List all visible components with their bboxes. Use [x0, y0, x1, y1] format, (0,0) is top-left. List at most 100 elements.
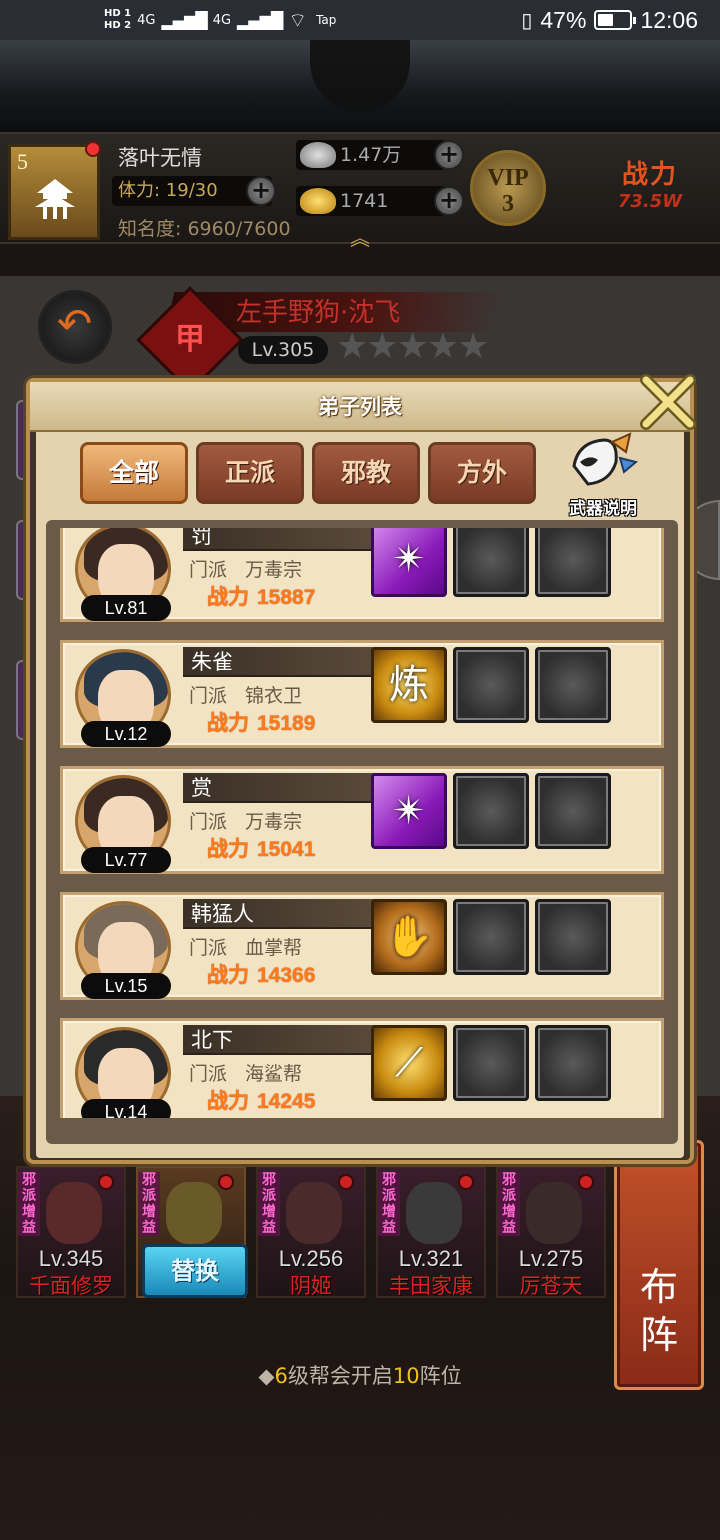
- disciple-level: Lv.12: [81, 721, 171, 747]
- weapon-slot-3-empty[interactable]: [535, 899, 611, 975]
- gold-value: 1741: [340, 190, 389, 212]
- disciple-power: 战力 14366: [207, 959, 315, 989]
- sect-label: 门派: [189, 685, 228, 707]
- disciple-list-dialog: 弟子列表 全部 正派 邪教 方外 武器说明 Lv.81 罚 门派 万毒宗 战力 …: [26, 374, 696, 1164]
- player-bar: 5 落叶无情 体力: 19/30 + 知名度: 6960/7600 1.47万 …: [0, 132, 720, 250]
- weapon-slot-1[interactable]: ✴: [371, 528, 447, 597]
- weapon-info-button[interactable]: 武器说明: [558, 432, 648, 519]
- add-gold-button[interactable]: +: [434, 186, 464, 216]
- signal-icon: ▂▄▆█: [161, 10, 207, 30]
- status-left: HD 1 HD 2 4G ▂▄▆█ 4G ▂▄▆█ ⌔ Tap: [104, 8, 336, 33]
- wifi-icon: ⌔: [288, 7, 307, 32]
- member-portrait: [526, 1182, 582, 1244]
- weapon-slot-1[interactable]: ⟋: [371, 1025, 447, 1101]
- tab-outsider[interactable]: 方外: [428, 442, 536, 504]
- player-level: 5: [17, 149, 28, 174]
- disciple-power: 战力 15887: [207, 581, 315, 611]
- vip-badge[interactable]: VIP 3: [470, 150, 546, 226]
- team-member[interactable]: 邪派增益 替换: [136, 1166, 248, 1298]
- team-member[interactable]: 邪派增益 Lv.345 千面修罗: [16, 1166, 126, 1298]
- disciple-name: 北下: [183, 1025, 379, 1055]
- evil-sect-buff-tag: 邪派增益: [258, 1172, 280, 1236]
- weapon-slot-3-empty[interactable]: [535, 647, 611, 723]
- sect-value: 锦衣卫: [245, 685, 303, 707]
- team-member[interactable]: 邪派增益 Lv.275 厉苍天: [496, 1166, 606, 1298]
- vibrate-icon: ▯: [521, 9, 533, 32]
- weapon-slot-3-empty[interactable]: [535, 1025, 611, 1101]
- disciple-row[interactable]: Lv.15 韩猛人 门派 血掌帮 战力 14366 ✋: [60, 892, 664, 1000]
- formation-char-2: 阵: [639, 1313, 678, 1357]
- disciple-row[interactable]: Lv.12 朱雀 门派 锦衣卫 战力 15189 炼: [60, 640, 664, 748]
- member-status-dot: [578, 1174, 594, 1190]
- gold-display: 1741: [296, 186, 446, 216]
- disciple-sect: 门派 万毒宗: [189, 555, 302, 582]
- disciple-level: Lv.81: [81, 595, 171, 621]
- battery-icon: [594, 10, 637, 30]
- back-button[interactable]: [38, 290, 112, 364]
- disciple-list-content: Lv.81 罚 门派 万毒宗 战力 15887 ✴ Lv.12 朱雀 门派 锦衣卫 战…: [60, 528, 664, 1118]
- disciple-level: Lv.14: [81, 1099, 171, 1118]
- add-silver-button[interactable]: +: [434, 140, 464, 170]
- team-member[interactable]: 邪派增益 Lv.321 丰田家康: [376, 1166, 486, 1298]
- team-member[interactable]: 邪派增益 Lv.256 阴姬: [256, 1166, 366, 1298]
- weapon-slot-2-empty[interactable]: [453, 773, 529, 849]
- dialog-title: 弟子列表: [318, 395, 402, 419]
- weapon-slot-2-empty[interactable]: [453, 528, 529, 597]
- formation-char-1: 布: [639, 1265, 678, 1309]
- battery-percent: 47%: [540, 6, 587, 33]
- weapon-guide-icon: [572, 432, 639, 486]
- member-level: Lv.345: [38, 1246, 104, 1271]
- player-avatar[interactable]: 5: [8, 141, 101, 240]
- weapon-slot-1[interactable]: ✴: [371, 773, 447, 849]
- weapon-slot-2-empty[interactable]: [453, 899, 529, 975]
- net2-label: 4G: [212, 12, 232, 28]
- silver-ingot-icon: [300, 142, 336, 168]
- disciple-row[interactable]: Lv.14 北下 门派 海鲨帮 战力 14245 ⟋: [60, 1018, 664, 1118]
- power-label: 战力: [207, 712, 249, 735]
- sect-value: 血掌帮: [245, 937, 303, 959]
- tab-all[interactable]: 全部: [80, 442, 188, 504]
- power-label: 战力: [207, 1090, 249, 1113]
- disciple-name: 朱雀: [183, 647, 379, 677]
- close-icon[interactable]: [638, 372, 698, 432]
- add-stamina-button[interactable]: +: [246, 176, 276, 206]
- tab-evil[interactable]: 邪教: [312, 442, 420, 504]
- tab-orthodox[interactable]: 正派: [196, 442, 304, 504]
- disciple-row[interactable]: Lv.81 罚 门派 万毒宗 战力 15887 ✴: [60, 528, 664, 622]
- weapon-slot-2-empty[interactable]: [453, 647, 529, 723]
- member-status-dot: [458, 1174, 474, 1190]
- disciple-name: 赏: [183, 773, 379, 803]
- weapon-slot-3-empty[interactable]: [535, 773, 611, 849]
- roof-band: [0, 40, 720, 135]
- disciple-power: 战力 15041: [207, 833, 315, 863]
- net1-label: 4G: [137, 12, 156, 28]
- weapon-slot-1[interactable]: ✋: [371, 899, 447, 975]
- shuriken-icon: ✴: [392, 788, 426, 834]
- weapon-slot-2-empty[interactable]: [453, 1025, 529, 1101]
- weapon-slot-3-empty[interactable]: [535, 528, 611, 597]
- weapon-slot-1[interactable]: 炼: [371, 647, 447, 723]
- sim2-label: HD 2: [104, 20, 132, 31]
- claw-slash-icon: ⟋: [395, 1040, 423, 1086]
- disciple-sect: 门派 海鲨帮: [189, 1059, 302, 1086]
- unlock-hint: ◆6级帮会开启10阵位: [0, 1360, 720, 1390]
- member-level: Lv.256: [278, 1246, 344, 1271]
- clock: 12:06: [640, 6, 698, 33]
- formation-button[interactable]: 布 阵: [614, 1140, 704, 1390]
- evil-sect-buff-tag: 邪派增益: [18, 1172, 40, 1236]
- member-level: Lv.275: [518, 1246, 584, 1271]
- hero-rank: 甲: [175, 322, 205, 357]
- disciple-level: Lv.15: [81, 973, 171, 999]
- replace-button[interactable]: 替换: [142, 1244, 248, 1298]
- power-label: 战力: [207, 964, 249, 987]
- hero-level: Lv.305: [238, 336, 328, 364]
- disciple-level: Lv.77: [81, 847, 171, 873]
- expand-chevron-icon[interactable]: ︽: [350, 222, 370, 251]
- disciple-row[interactable]: Lv.77 赏 门派 万毒宗 战力 15041 ✴: [60, 766, 664, 874]
- hero-stars: ★★★★★: [336, 326, 489, 367]
- tap-label: Tap: [316, 13, 337, 27]
- hint-guild-level: 6: [274, 1364, 288, 1388]
- disciple-list[interactable]: Lv.81 罚 门派 万毒宗 战力 15887 ✴ Lv.12 朱雀 门派 锦衣卫 战…: [46, 520, 678, 1144]
- player-name: 落叶无情: [118, 146, 202, 170]
- disciple-name: 韩猛人: [183, 899, 379, 929]
